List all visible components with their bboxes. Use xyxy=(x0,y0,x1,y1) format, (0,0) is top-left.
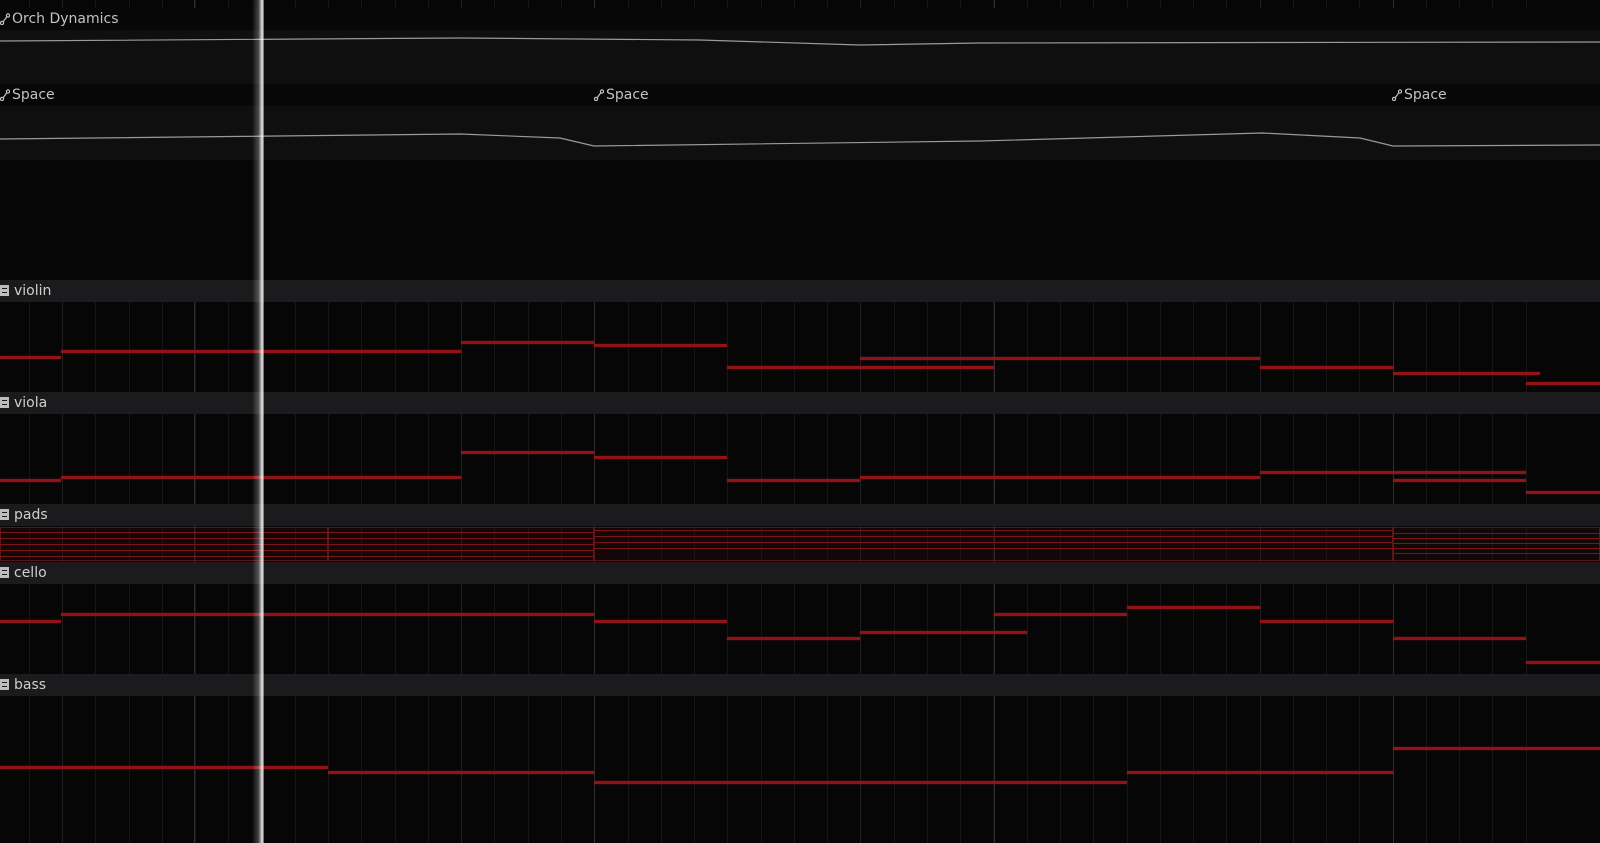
midi-track-icon xyxy=(0,679,9,690)
pad-chord-region[interactable] xyxy=(594,527,1393,561)
midi-note[interactable] xyxy=(0,556,328,557)
midi-note[interactable] xyxy=(860,476,1260,479)
automation-lane-header-orch-dynamics[interactable] xyxy=(0,8,1600,30)
midi-note[interactable] xyxy=(994,613,1127,616)
midi-note[interactable] xyxy=(0,356,61,359)
midi-note[interactable] xyxy=(594,456,727,459)
midi-note[interactable] xyxy=(328,556,594,557)
automation-node-icon xyxy=(594,89,604,101)
midi-note[interactable] xyxy=(0,550,328,551)
midi-note[interactable] xyxy=(594,620,727,623)
midi-track-icon xyxy=(0,509,9,520)
midi-note[interactable] xyxy=(0,479,61,482)
track-header-violin[interactable] xyxy=(0,280,1600,302)
track-label-viola[interactable]: viola xyxy=(0,392,47,414)
midi-note[interactable] xyxy=(1393,553,1600,554)
midi-note[interactable] xyxy=(1393,479,1526,482)
automation-name: Space xyxy=(606,87,649,103)
midi-note[interactable] xyxy=(1260,471,1526,474)
track-header-cello[interactable] xyxy=(0,562,1600,584)
midi-note[interactable] xyxy=(727,479,860,482)
empty-lane-area xyxy=(0,160,1600,280)
track-name: cello xyxy=(14,565,47,581)
track-label-violin[interactable]: violin xyxy=(0,280,51,302)
automation-name: Orch Dynamics xyxy=(12,11,119,27)
midi-note[interactable] xyxy=(0,532,328,533)
midi-note[interactable] xyxy=(594,536,1393,537)
midi-note[interactable] xyxy=(1526,382,1600,385)
midi-note[interactable] xyxy=(1393,538,1600,539)
automation-curve-space[interactable] xyxy=(0,106,1600,160)
automation-label-orch-dynamics[interactable]: Orch Dynamics xyxy=(0,9,119,29)
midi-note[interactable] xyxy=(1526,491,1600,494)
midi-note[interactable] xyxy=(1393,747,1600,750)
midi-note[interactable] xyxy=(1260,620,1393,623)
midi-note[interactable] xyxy=(1393,548,1600,549)
midi-note[interactable] xyxy=(328,544,594,545)
midi-note[interactable] xyxy=(727,637,860,640)
playhead-cursor[interactable] xyxy=(252,0,264,843)
automation-node-icon xyxy=(1392,89,1402,101)
midi-note[interactable] xyxy=(328,532,594,533)
midi-note[interactable] xyxy=(0,766,328,769)
midi-note[interactable] xyxy=(0,538,328,539)
track-name: bass xyxy=(14,677,47,693)
midi-note[interactable] xyxy=(461,341,594,344)
automation-name: Space xyxy=(12,87,55,103)
piano-roll-editor[interactable]: Orch Dynamics Space Space Space violin v… xyxy=(0,0,1600,843)
midi-note[interactable] xyxy=(860,357,1260,360)
midi-note[interactable] xyxy=(594,781,1127,784)
automation-curve-orch-dynamics[interactable] xyxy=(0,30,1600,84)
midi-note[interactable] xyxy=(1393,543,1600,544)
automation-label-space-3[interactable]: Space xyxy=(1392,85,1447,105)
track-label-pads[interactable]: pads xyxy=(0,504,48,526)
track-name: violin xyxy=(14,283,52,299)
midi-note[interactable] xyxy=(1526,661,1600,664)
midi-note[interactable] xyxy=(1393,637,1526,640)
automation-lane-header-space[interactable] xyxy=(0,84,1600,106)
midi-note[interactable] xyxy=(0,544,328,545)
midi-note[interactable] xyxy=(594,344,727,347)
midi-note[interactable] xyxy=(1260,366,1393,369)
midi-note[interactable] xyxy=(61,613,594,616)
track-header-bass[interactable] xyxy=(0,674,1600,696)
midi-note[interactable] xyxy=(727,366,994,369)
track-label-bass[interactable]: bass xyxy=(0,674,46,696)
midi-note[interactable] xyxy=(860,631,1027,634)
midi-note[interactable] xyxy=(1393,372,1540,375)
track-name: viola xyxy=(14,395,48,411)
midi-note[interactable] xyxy=(1127,771,1393,774)
track-header-pads[interactable] xyxy=(0,504,1600,526)
automation-label-space-1[interactable]: Space xyxy=(0,85,55,105)
automation-name: Space xyxy=(1404,87,1447,103)
midi-note[interactable] xyxy=(1127,606,1260,609)
midi-note[interactable] xyxy=(461,451,594,454)
automation-node-icon xyxy=(0,89,10,101)
automation-node-icon xyxy=(0,13,10,25)
midi-track-icon xyxy=(0,567,9,578)
track-label-cello[interactable]: cello xyxy=(0,562,47,584)
automation-label-space-2[interactable]: Space xyxy=(594,85,649,105)
midi-track-icon xyxy=(0,397,9,408)
midi-note[interactable] xyxy=(594,542,1393,543)
midi-note[interactable] xyxy=(594,548,1393,549)
midi-note[interactable] xyxy=(594,530,1393,531)
track-header-viola[interactable] xyxy=(0,392,1600,414)
midi-note[interactable] xyxy=(328,538,594,539)
midi-track-icon xyxy=(0,285,9,296)
midi-note[interactable] xyxy=(0,620,61,623)
midi-note[interactable] xyxy=(328,550,594,551)
track-name: pads xyxy=(14,507,48,523)
midi-note[interactable] xyxy=(1393,533,1600,534)
midi-note[interactable] xyxy=(328,771,594,774)
